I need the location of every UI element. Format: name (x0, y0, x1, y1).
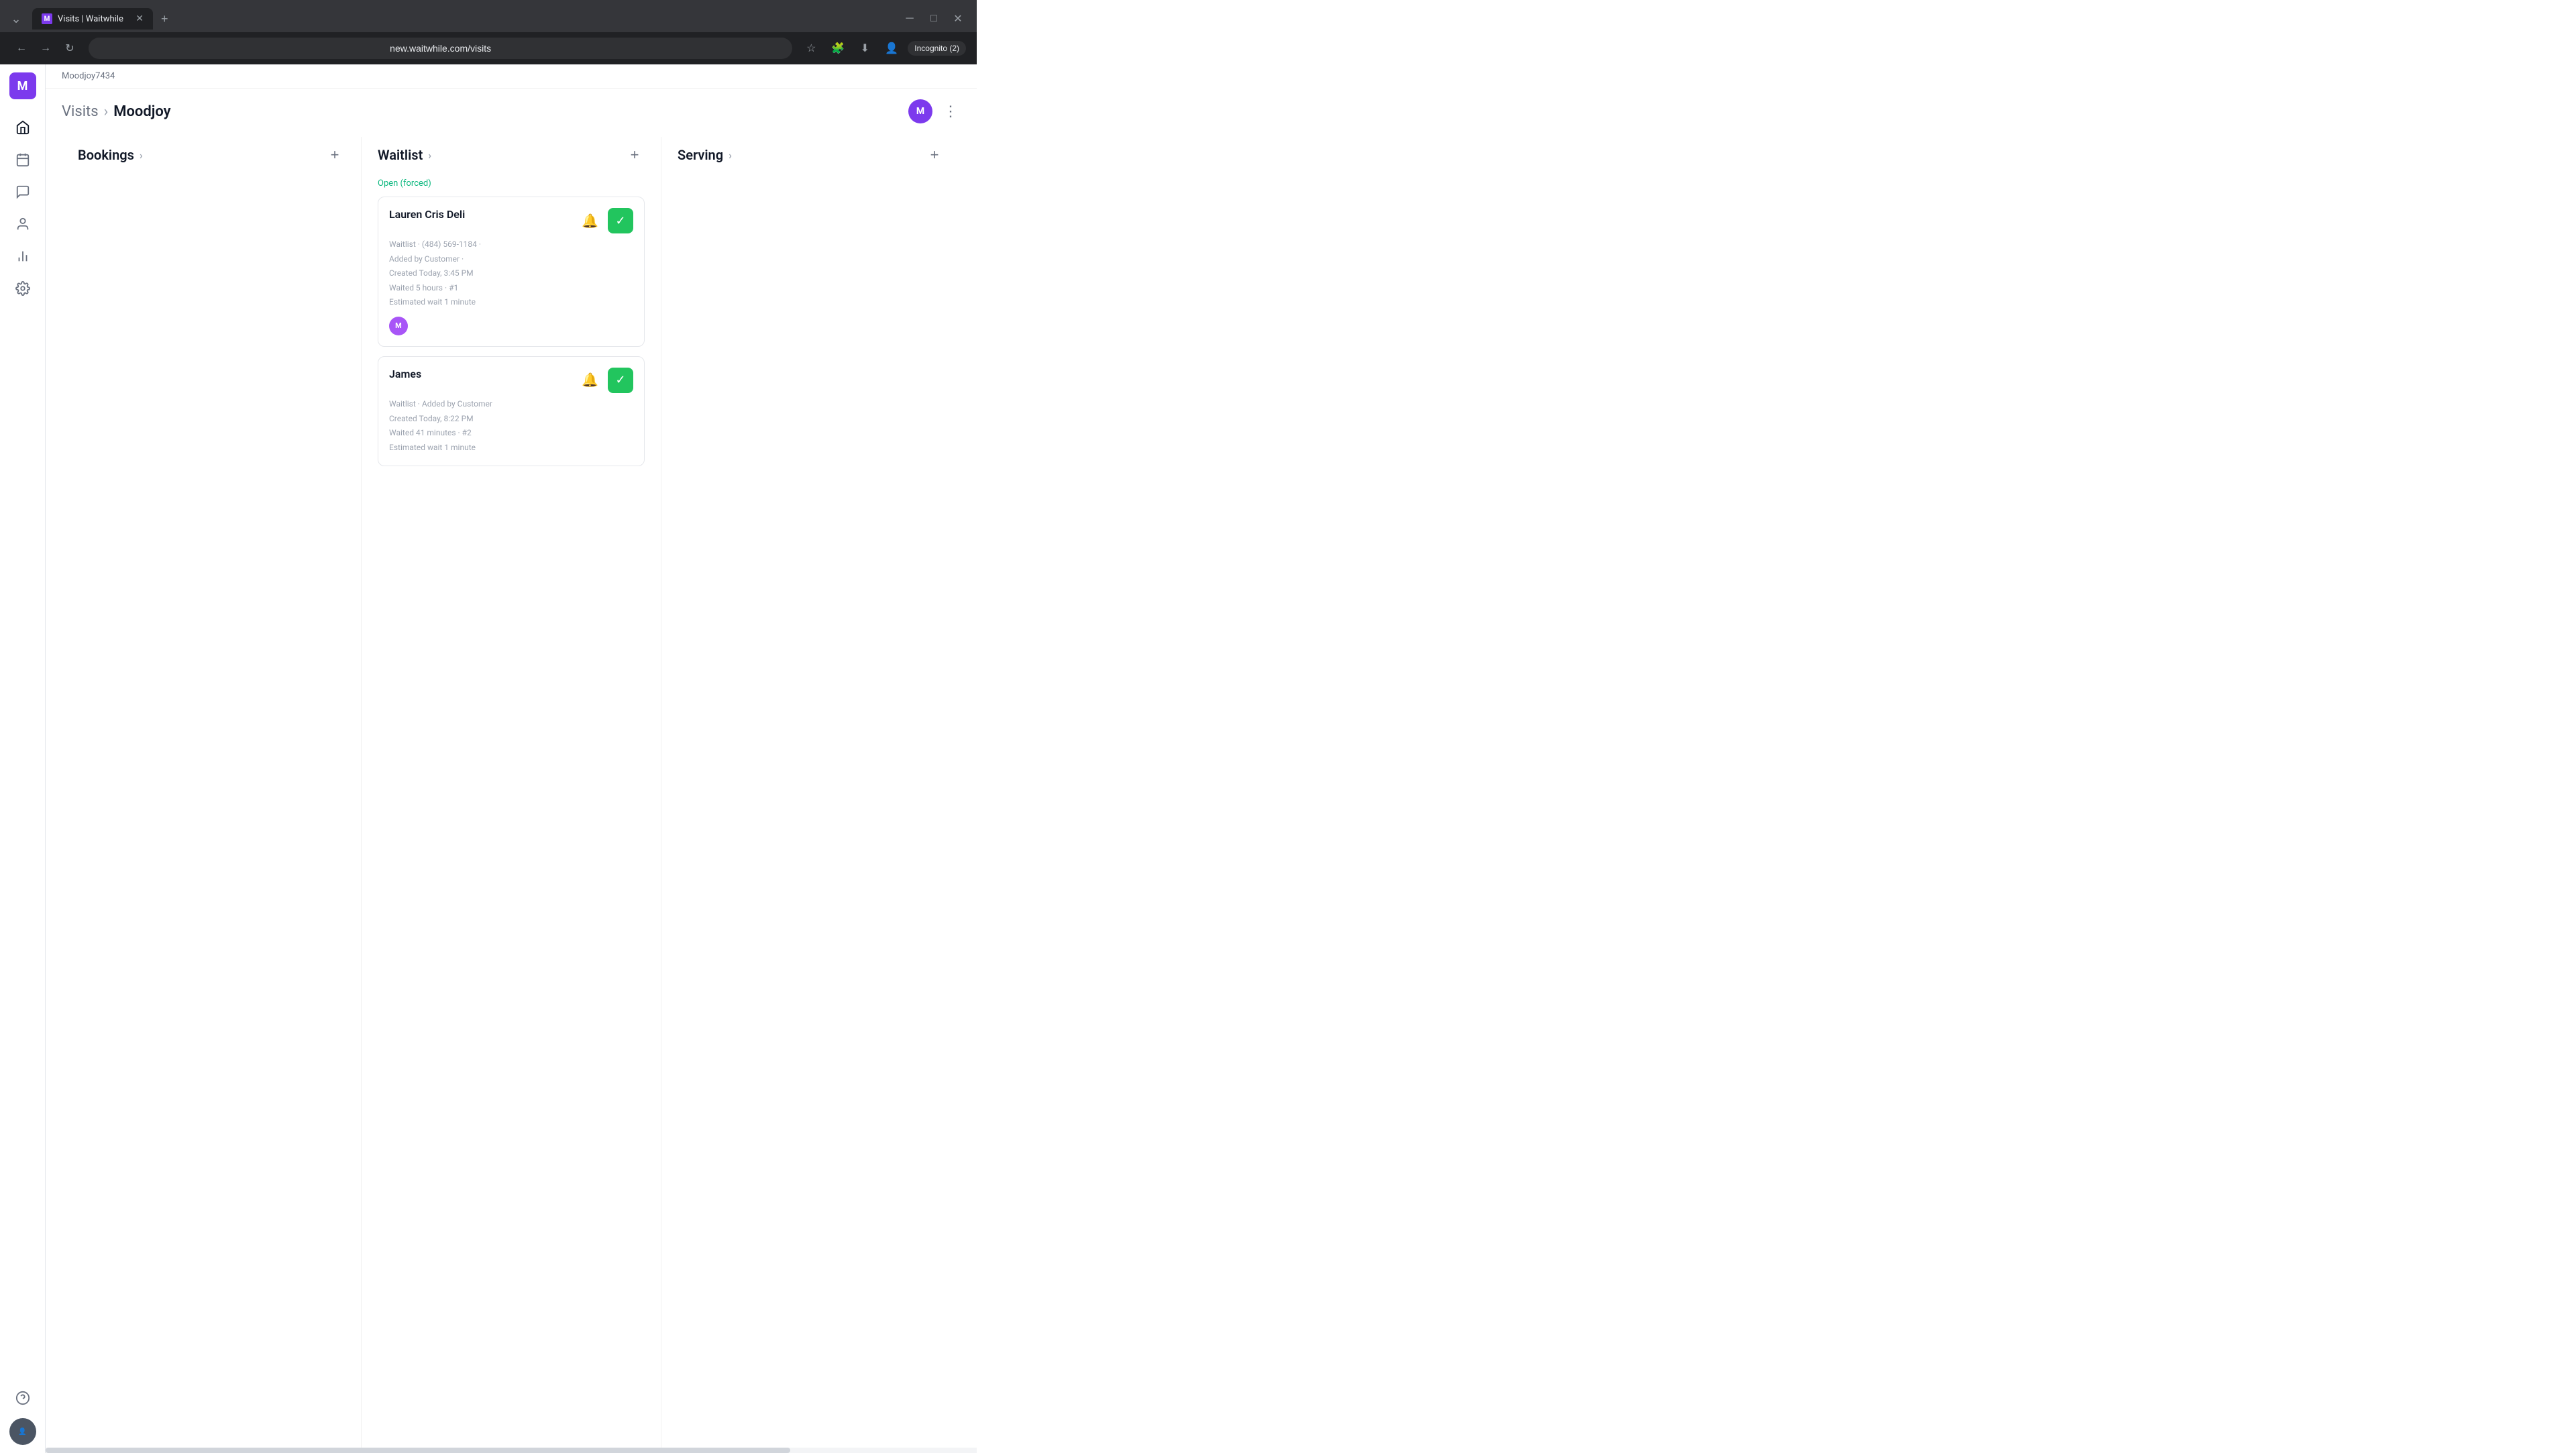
visit-1-line5: Estimated wait 1 minute (389, 295, 633, 310)
column-bookings-title[interactable]: Bookings › (78, 147, 143, 163)
visit-2-notify-btn[interactable]: 🔔 (579, 369, 601, 391)
visit-card-2-header: James 🔔 ✓ (389, 368, 633, 393)
visit-2-line3: Waited 41 minutes · #2 (389, 426, 633, 441)
tab-favicon: M (42, 13, 52, 24)
visit-card-1: Lauren Cris Deli 🔔 ✓ Waitlist · (484) 56… (378, 197, 645, 347)
bookmark-btn[interactable]: ☆ (800, 38, 822, 59)
help-icon (15, 1391, 30, 1405)
sidebar-user-avatar[interactable]: 👤 (9, 1418, 36, 1445)
visit-2-serve-btn[interactable]: ✓ (608, 368, 633, 393)
extensions-btn[interactable]: 🧩 (827, 38, 849, 59)
column-waitlist-title[interactable]: Waitlist › (378, 147, 431, 163)
tab-bar: ⌄ M Visits | Waitwhile ✕ + ─ □ ✕ (0, 0, 977, 32)
visit-1-line1: Waitlist · (484) 569-1184 · (389, 237, 633, 252)
visit-1-line4: Waited 5 hours · #1 (389, 281, 633, 296)
sidebar-item-chat[interactable] (8, 177, 38, 207)
more-menu-btn[interactable]: ⋮ (941, 100, 961, 123)
tab-title: Visits | Waitwhile (58, 14, 130, 24)
visit-1-avatar: M (389, 317, 408, 335)
serving-add-btn[interactable]: + (924, 145, 945, 165)
org-name: Moodjoy7434 (62, 71, 115, 81)
tab-close-btn[interactable]: ✕ (136, 13, 144, 24)
waitlist-arrow-icon: › (428, 149, 431, 162)
sidebar-item-calendar[interactable] (8, 145, 38, 174)
sidebar-logo[interactable]: M (9, 72, 36, 99)
browser-chrome: ⌄ M Visits | Waitwhile ✕ + ─ □ ✕ ← → ↻ ☆… (0, 0, 977, 64)
address-bar-row: ← → ↻ ☆ 🧩 ⬇ 👤 Incognito (2) (0, 32, 977, 64)
analytics-icon (15, 249, 30, 264)
bookings-add-btn[interactable]: + (325, 145, 345, 165)
forward-btn[interactable]: → (35, 38, 56, 59)
refresh-btn[interactable]: ↻ (59, 38, 80, 59)
new-tab-btn[interactable]: + (156, 9, 174, 29)
visit-1-notify-btn[interactable]: 🔔 (579, 210, 601, 232)
calendar-icon (15, 152, 30, 167)
download-btn[interactable]: ⬇ (854, 38, 875, 59)
breadcrumb-separator: › (104, 103, 109, 120)
column-serving-title[interactable]: Serving › (678, 147, 732, 163)
chat-icon (15, 184, 30, 199)
close-window-btn[interactable]: ✕ (947, 8, 969, 30)
visit-2-line4: Estimated wait 1 minute (389, 441, 633, 455)
back-btn[interactable]: ← (11, 38, 32, 59)
sidebar-bottom: 👤 (8, 1383, 38, 1445)
expand-btn[interactable]: ⌄ (5, 8, 27, 30)
visit-1-line3: Created Today, 3:45 PM (389, 266, 633, 281)
browser-actions: ☆ 🧩 ⬇ 👤 Incognito (2) (800, 38, 966, 59)
visit-1-actions: 🔔 ✓ (579, 208, 633, 233)
header-user-avatar[interactable]: M (908, 99, 932, 123)
settings-icon (15, 281, 30, 296)
serving-arrow-icon: › (729, 149, 732, 162)
maximize-btn[interactable]: □ (923, 8, 945, 30)
horizontal-scrollbar[interactable] (46, 1448, 977, 1453)
column-serving-header: Serving › + (678, 137, 945, 178)
page-header: Visits › Moodjoy M ⋮ (46, 89, 977, 137)
visit-2-actions: 🔔 ✓ (579, 368, 633, 393)
sidebar-item-home[interactable] (8, 113, 38, 142)
breadcrumb: Visits › Moodjoy (62, 103, 171, 120)
visit-2-meta: Waitlist · Added by Customer Created Tod… (389, 397, 633, 455)
app-container: M (0, 64, 977, 1453)
main-content: Moodjoy7434 Visits › Moodjoy M ⋮ Booking… (46, 64, 977, 1453)
visit-1-name[interactable]: Lauren Cris Deli (389, 208, 465, 221)
address-input[interactable] (89, 38, 792, 59)
top-bar: Moodjoy7434 (46, 64, 977, 89)
visit-card-1-header: Lauren Cris Deli 🔔 ✓ (389, 208, 633, 233)
visit-1-serve-btn[interactable]: ✓ (608, 208, 633, 233)
column-waitlist: Waitlist › + Open (forced) Lauren Cris D… (362, 137, 661, 1448)
header-actions: M ⋮ (908, 99, 961, 123)
customers-icon (15, 217, 30, 231)
sidebar-item-settings[interactable] (8, 274, 38, 303)
minimize-btn[interactable]: ─ (899, 8, 920, 30)
active-tab[interactable]: M Visits | Waitwhile ✕ (32, 8, 153, 30)
visit-1-meta: Waitlist · (484) 569-1184 · Added by Cus… (389, 237, 633, 310)
column-bookings-header: Bookings › + (78, 137, 345, 178)
incognito-badge[interactable]: Incognito (2) (908, 41, 966, 56)
scrollbar-thumb[interactable] (46, 1448, 790, 1453)
columns-container: Bookings › + Waitlist › + Open (forced) (46, 137, 977, 1448)
column-bookings: Bookings › + (62, 137, 362, 1448)
sidebar: M (0, 64, 46, 1453)
column-serving: Serving › + (661, 137, 961, 1448)
visit-card-2: James 🔔 ✓ Waitlist · Added by Customer C… (378, 356, 645, 466)
visit-2-name[interactable]: James (389, 368, 421, 380)
visit-2-line2: Created Today, 8:22 PM (389, 412, 633, 427)
browser-window-controls: ─ □ ✕ (896, 5, 971, 32)
bookings-arrow-icon: › (140, 149, 143, 162)
sidebar-item-help[interactable] (8, 1383, 38, 1413)
home-icon (15, 120, 30, 135)
breadcrumb-current: Moodjoy (113, 103, 170, 120)
column-waitlist-header: Waitlist › + (378, 137, 645, 178)
nav-controls: ← → ↻ (11, 38, 80, 59)
waitlist-status-badge: Open (forced) (378, 178, 645, 189)
visit-2-line1: Waitlist · Added by Customer (389, 397, 633, 412)
profile-btn[interactable]: 👤 (881, 38, 902, 59)
visit-1-line2: Added by Customer · (389, 252, 633, 267)
waitlist-add-btn[interactable]: + (625, 145, 645, 165)
breadcrumb-parent[interactable]: Visits (62, 103, 99, 120)
sidebar-item-customers[interactable] (8, 209, 38, 239)
sidebar-item-analytics[interactable] (8, 241, 38, 271)
